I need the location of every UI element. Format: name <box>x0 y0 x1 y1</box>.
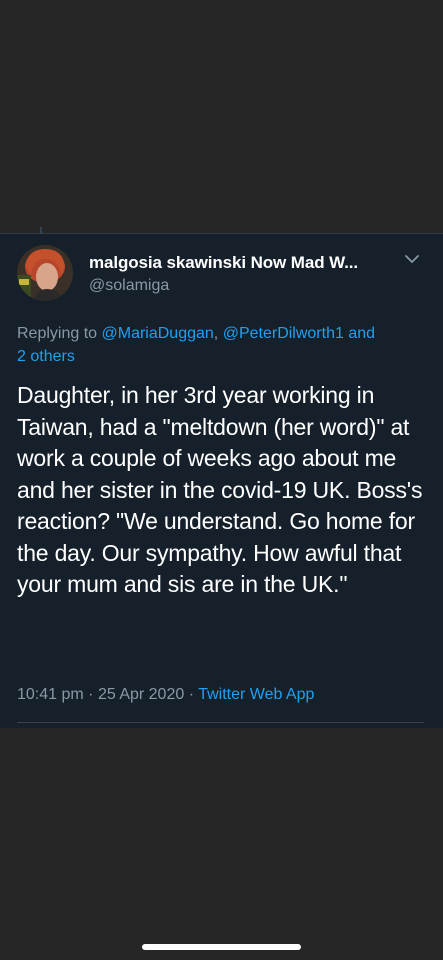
meta-dot: · <box>88 686 94 703</box>
author-name[interactable]: malgosia skawinski Now Mad W... <box>89 253 389 273</box>
chevron-down-icon[interactable] <box>403 252 421 266</box>
avatar[interactable] <box>17 245 73 301</box>
avatar-image <box>17 245 73 301</box>
replying-prefix: Replying to <box>17 325 98 342</box>
replying-to: Replying to @MariaDuggan, @PeterDilworth… <box>17 322 427 368</box>
reply-others-link[interactable]: 2 others <box>17 348 75 365</box>
tweet-meta: 10:41 pm · 25 Apr 2020 · Twitter Web App <box>17 686 314 704</box>
thread-line <box>40 227 42 234</box>
tweet-text: Daughter, in her 3rd year working in Tai… <box>17 382 423 597</box>
screen: malgosia skawinski Now Mad W... @solamig… <box>0 0 443 960</box>
home-indicator[interactable] <box>142 944 301 950</box>
tweet-source[interactable]: Twitter Web App <box>198 686 314 703</box>
meta-dot: · <box>188 686 195 703</box>
reply-separator: , <box>213 325 219 342</box>
author-handle[interactable]: @solamiga <box>89 277 169 295</box>
tweet-date[interactable]: 25 Apr 2020 <box>98 686 184 703</box>
reply-user-link[interactable]: @MariaDuggan <box>102 325 214 342</box>
reply-user-link[interactable]: @PeterDilworth1 and <box>223 325 375 342</box>
tweet-time[interactable]: 10:41 pm <box>17 686 84 703</box>
divider <box>17 722 424 723</box>
